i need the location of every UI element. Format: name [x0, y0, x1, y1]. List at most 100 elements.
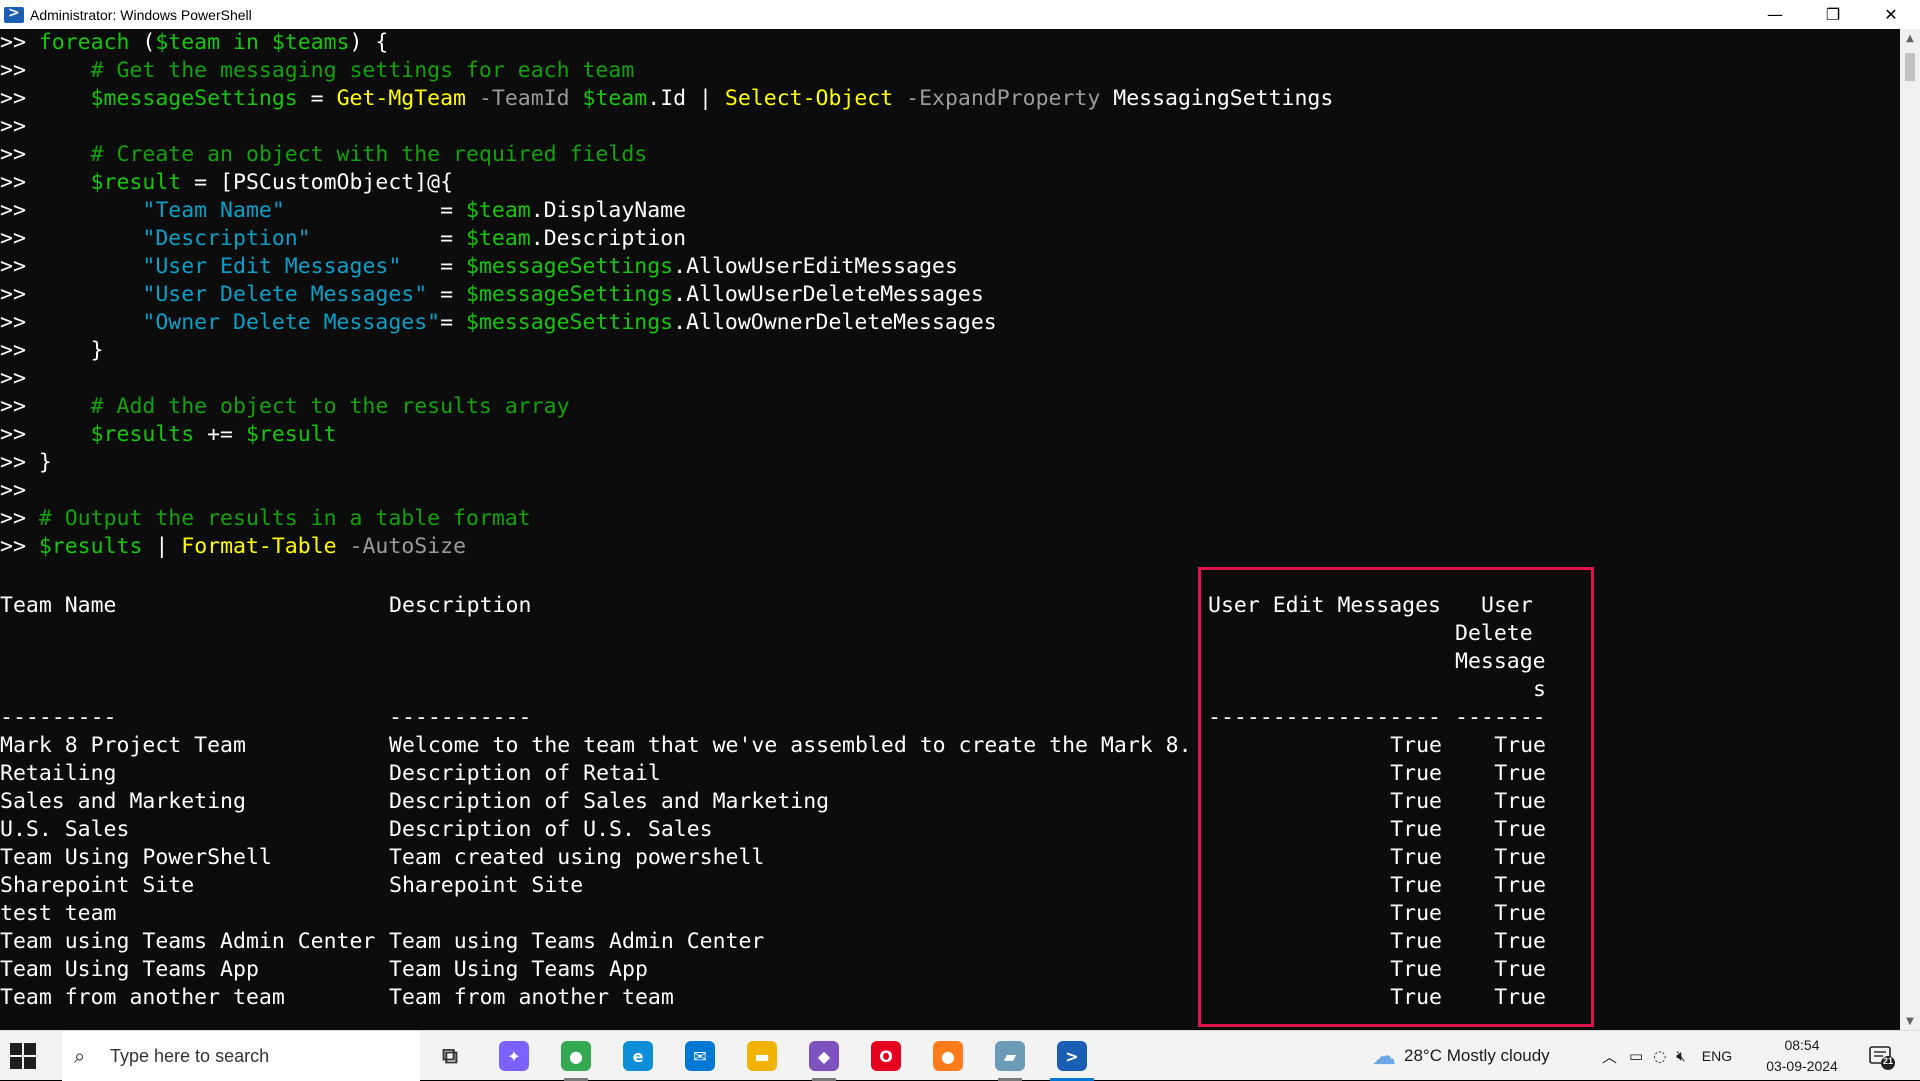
code-token: Format-Table [181, 534, 337, 559]
taskbar-app-copilot[interactable]: ✦ [488, 1036, 540, 1076]
code-token: $results [38, 534, 143, 559]
title-bar: Administrator: Windows PowerShell — ❐ ✕ [0, 0, 1920, 29]
code-token: | [142, 534, 182, 559]
code-line: >> # Add the object to the results array [0, 393, 570, 421]
code-line: >> # Get the messaging settings for each… [0, 57, 634, 85]
taskbar-app-chrome[interactable]: ● [550, 1036, 602, 1081]
window-controls: — ❐ ✕ [1746, 0, 1920, 29]
scroll-up-arrow-icon[interactable]: ▲ [1900, 29, 1920, 47]
taskbar-app-powershell[interactable]: > [1046, 1036, 1098, 1081]
code-line: >> "User Edit Messages" = $messageSettin… [0, 253, 958, 281]
code-token: >> [0, 170, 91, 195]
underline-description: ----------- [389, 705, 532, 730]
battery-icon[interactable]: ▭ [1629, 1047, 1643, 1065]
code-token: $team [466, 198, 531, 223]
code-token: = [310, 226, 467, 251]
taskbar-app-mail[interactable]: ✉ [674, 1036, 726, 1076]
code-token: $teams [271, 30, 350, 55]
visual-studio-icon: ◆ [809, 1041, 839, 1071]
code-token: # Get the messaging settings for each te… [90, 58, 635, 83]
code-token: >> [0, 86, 91, 111]
code-token: "User Delete Messages" [142, 282, 428, 307]
taskbar-app-task-view[interactable]: ⧉ [424, 1036, 476, 1076]
code-token: = [284, 198, 466, 223]
taskbar-app-edge[interactable]: e [612, 1036, 664, 1076]
row-team-name: Team Using PowerShell [0, 845, 272, 870]
row-description: Team created using powershell [389, 845, 765, 870]
row-team-name: Sales and Marketing [0, 789, 246, 814]
code-token: ( [129, 30, 156, 55]
weather-widget[interactable]: ☁ 28°C Mostly cloudy [1372, 1031, 1550, 1081]
taskbar-search[interactable]: ⌕ Type here to search [62, 1031, 420, 1081]
code-line: >> $results | Format-Table -AutoSize [0, 533, 466, 561]
code-token: -ExpandProperty [893, 86, 1114, 111]
powershell-icon [4, 5, 24, 23]
taskbar-app-visual-studio[interactable]: ◆ [798, 1036, 850, 1081]
code-line: >> "Description" = $team.Description [0, 225, 686, 253]
powershell-icon: > [1057, 1041, 1087, 1071]
windows-logo-icon [10, 1043, 22, 1055]
file-explorer-icon: ▬ [747, 1041, 777, 1071]
scroll-down-arrow-icon[interactable]: ▼ [1900, 1012, 1920, 1030]
code-token: "Owner Delete Messages" [142, 310, 441, 335]
highlight-box [1198, 567, 1594, 1027]
code-line: >> "Team Name" = $team.DisplayName [0, 197, 686, 225]
clock[interactable]: 08:54 03-09-2024 [1756, 1035, 1848, 1077]
code-token: Select-Object [724, 86, 894, 111]
code-token: >> [0, 422, 91, 447]
code-line: >> "Owner Delete Messages"= $messageSett… [0, 309, 997, 337]
code-token: $messageSettings [466, 310, 674, 335]
code-token: >> [0, 506, 39, 531]
code-token: $team [466, 226, 531, 251]
start-button[interactable] [10, 1043, 36, 1069]
code-line: >> [0, 477, 26, 505]
code-token: $results [90, 422, 195, 447]
chrome-icon: ● [561, 1041, 591, 1071]
row-description: Team using Teams Admin Center [389, 929, 765, 954]
code-token: = [440, 310, 466, 335]
minimize-button[interactable]: — [1746, 0, 1804, 29]
row-description: Team from another team [389, 985, 674, 1010]
taskbar-app-notes[interactable]: ▰ [984, 1036, 1036, 1081]
vertical-scrollbar[interactable]: ▲ ▼ [1900, 29, 1920, 1030]
code-token: # Add the object to the results array [90, 394, 570, 419]
restore-button[interactable]: ❐ [1804, 0, 1862, 29]
taskbar-app-firefox[interactable]: ● [922, 1036, 974, 1076]
language-indicator[interactable]: ENG [1702, 1048, 1732, 1064]
notification-button[interactable]: 21 [1866, 1041, 1896, 1071]
code-token: >> [0, 282, 143, 307]
clock-date: 03-09-2024 [1766, 1058, 1838, 1074]
row-description: Team Using Teams App [389, 957, 648, 982]
search-icon: ⌕ [74, 1044, 86, 1068]
code-line: >> [0, 113, 26, 141]
cloud-icon: ☁ [1372, 1042, 1396, 1070]
taskbar-app-file-explorer[interactable]: ▬ [736, 1036, 788, 1076]
code-token: >> [0, 114, 26, 139]
taskbar: ⌕ Type here to search ⧉ ✦ ● e ✉ ▬ ◆ O ● ▰ > ☁ 28°C… [0, 1030, 1920, 1081]
code-token: >> [0, 478, 26, 503]
row-description: Description of Sales and Marketing [389, 789, 830, 814]
scroll-thumb[interactable] [1905, 53, 1915, 81]
code-token: >> [0, 198, 143, 223]
code-token: -AutoSize [336, 534, 467, 559]
task-view-icon: ⧉ [442, 1043, 458, 1069]
code-token: $messageSettings [90, 86, 298, 111]
speaker-muted-icon[interactable]: 🔇︎ [1676, 1047, 1685, 1065]
code-token: .DisplayName [530, 198, 687, 223]
network-icon[interactable]: ◌ [1653, 1047, 1666, 1065]
row-team-name: Team from another team [0, 985, 285, 1010]
code-token: # Create an object with the required fie… [90, 142, 648, 167]
close-button[interactable]: ✕ [1862, 0, 1920, 29]
code-line: >> } [0, 337, 104, 365]
code-token: >> } [0, 338, 104, 363]
taskbar-app-opera[interactable]: O [860, 1036, 912, 1076]
weather-text: 28°C Mostly cloudy [1404, 1046, 1550, 1065]
window-title: Administrator: Windows PowerShell [30, 6, 252, 23]
code-line: >> foreach ($team in $teams) { [0, 29, 388, 57]
code-token: MessagingSettings [1113, 86, 1334, 111]
chevron-up-icon[interactable]: ︿ [1602, 1046, 1617, 1067]
console-output[interactable]: >> foreach ($team in $teams) {>> # Get t… [0, 29, 1900, 1030]
code-token: $result [245, 422, 337, 447]
code-token: ) { [349, 30, 389, 55]
system-tray: ︿ ▭ ◌ 🔇︎ ENG [1602, 1031, 1732, 1081]
